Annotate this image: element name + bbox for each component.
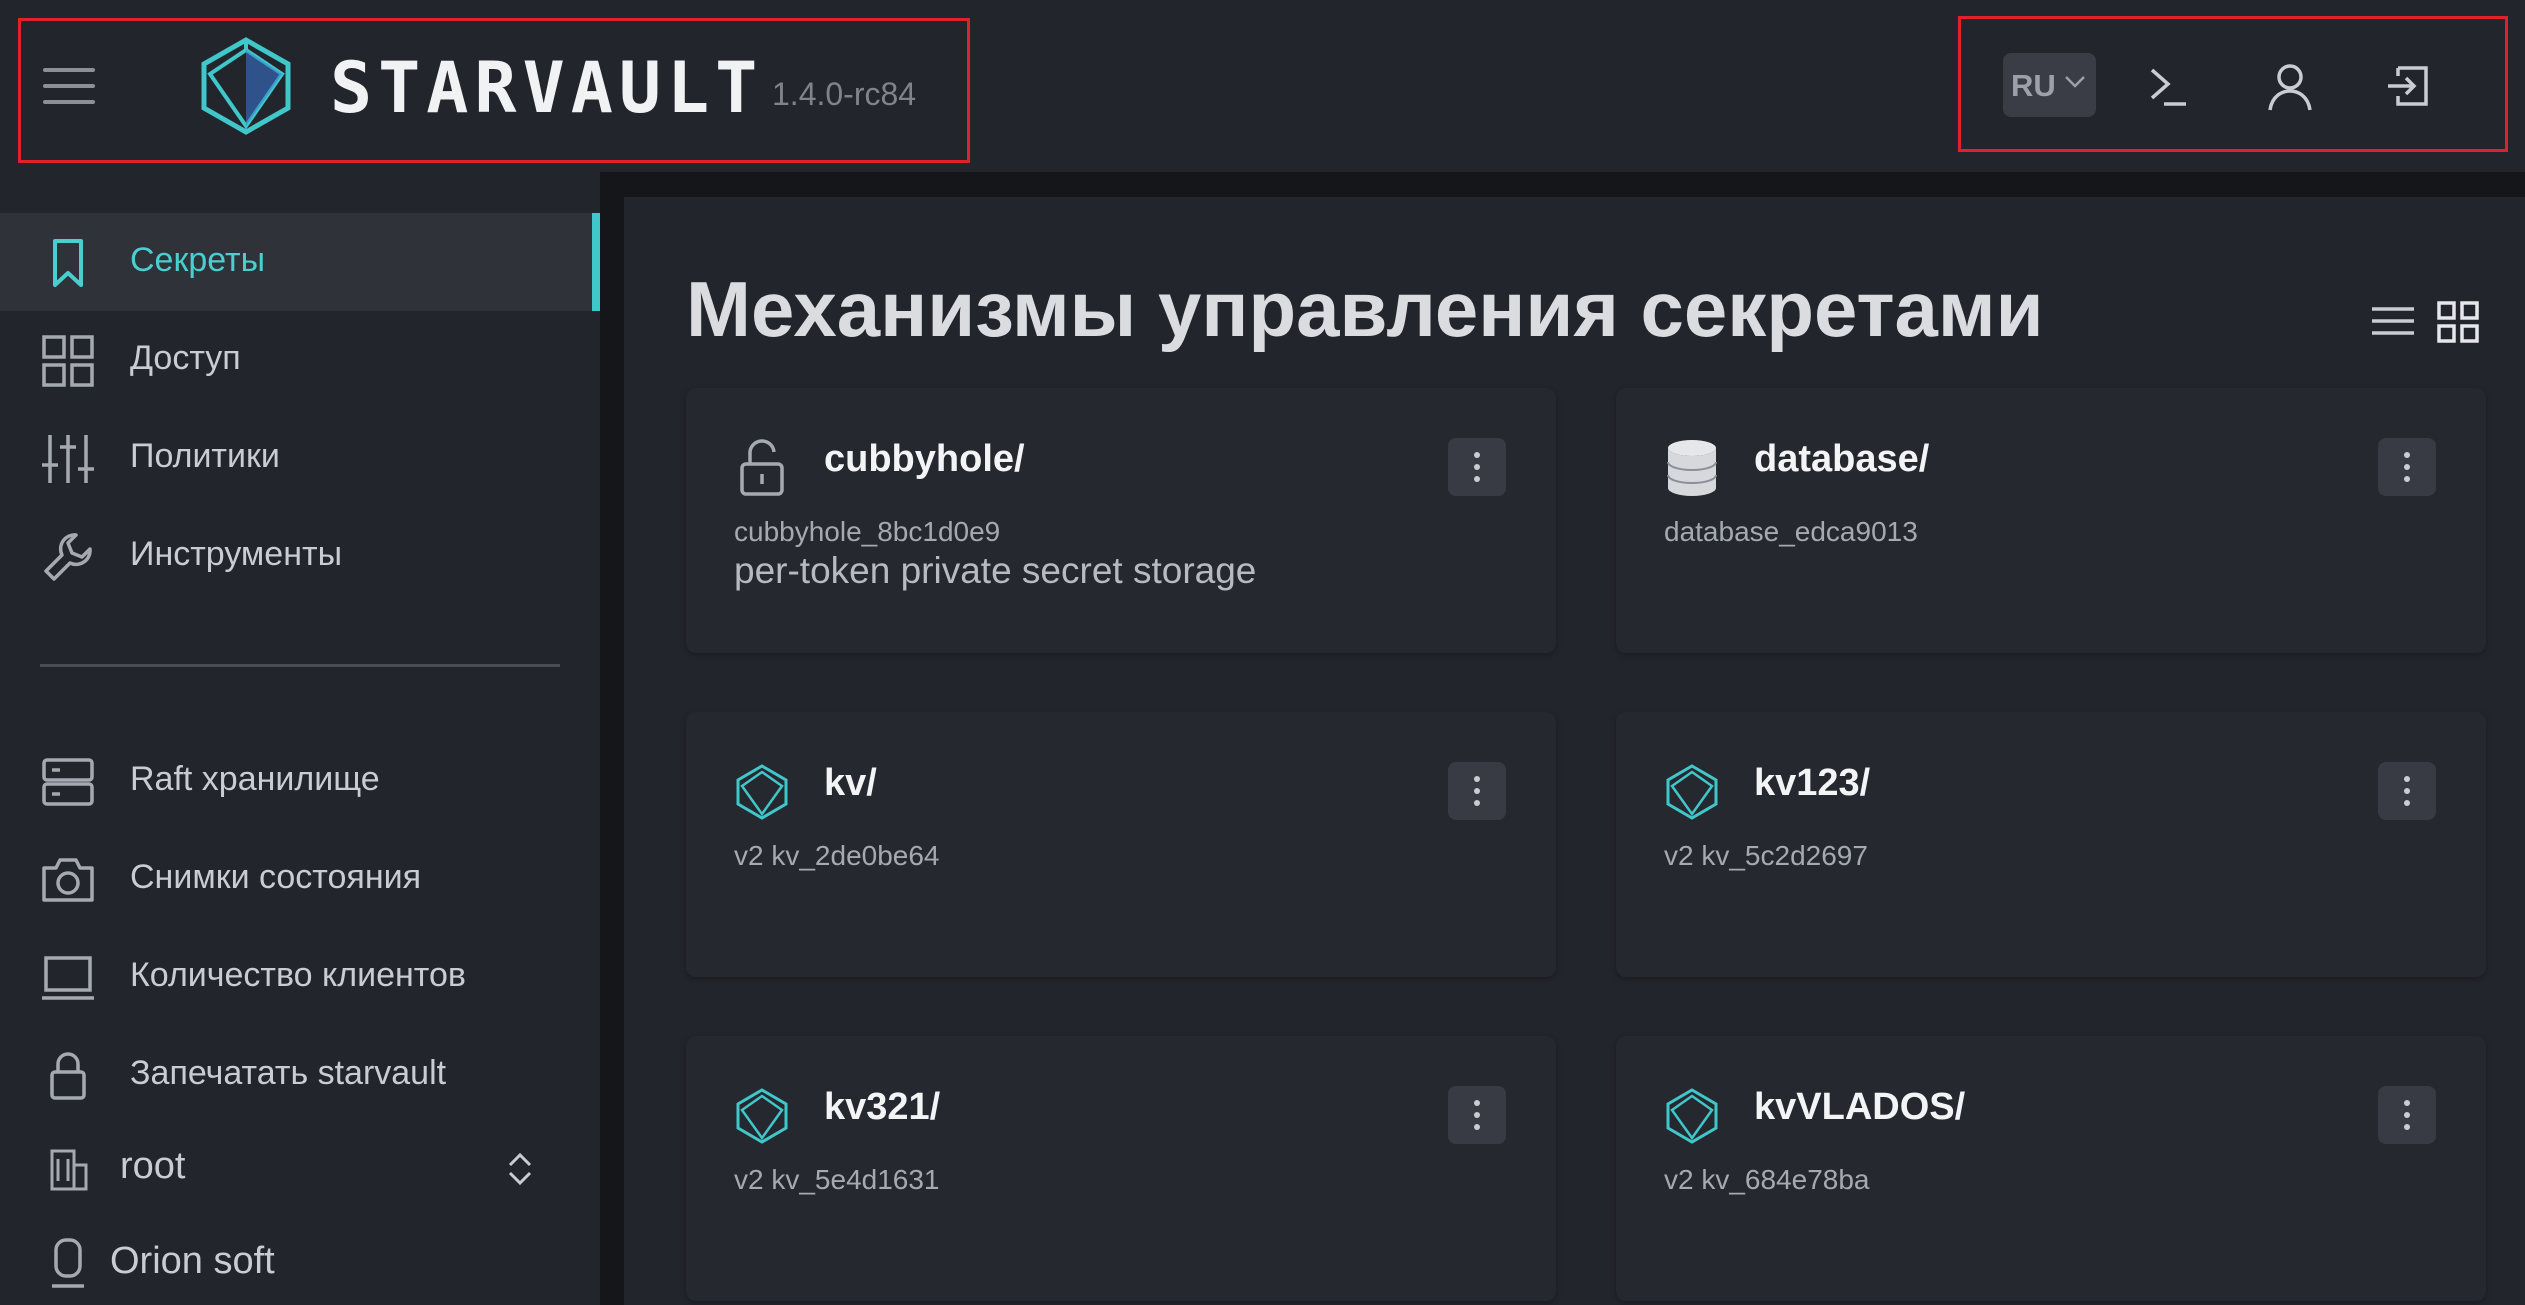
bookmark-icon — [53, 239, 83, 287]
sidebar-item-label: Запечатать starvault — [130, 1054, 447, 1092]
engine-accessor: database_edca9013 — [1664, 516, 1918, 547]
engine-name[interactable]: cubbyhole/ — [824, 438, 1025, 481]
engine-name[interactable]: database/ — [1754, 438, 1929, 481]
list-view-icon[interactable] — [2370, 303, 2416, 339]
sidebar-item-tools[interactable]: Инструменты — [0, 507, 600, 605]
lock-icon — [50, 1052, 86, 1100]
sidebar-item-access[interactable]: Доступ — [0, 311, 600, 409]
building-icon — [50, 1149, 88, 1191]
sidebar-divider — [40, 664, 560, 667]
kv-icon — [1666, 1088, 1718, 1144]
engine-accessor: cubbyhole_8bc1d0e9 — [734, 516, 1001, 547]
sliders-icon — [42, 435, 94, 483]
engine-menu-button[interactable] — [2378, 1086, 2436, 1144]
grid-icon — [42, 335, 94, 387]
wrench-icon — [44, 533, 92, 581]
kv-icon — [736, 1088, 788, 1144]
engine-card-kv321[interactable]: kv321/ v2 kv_5e4d1631 — [686, 1036, 1556, 1301]
engine-description: per-token private secret storage — [734, 550, 1257, 591]
sidebar-item-secrets[interactable]: Секреты — [0, 213, 600, 311]
engine-accessor: v2 kv_2de0be64 — [734, 840, 940, 871]
engine-menu-button[interactable] — [1448, 1086, 1506, 1144]
organization-info: Orion soft — [0, 1220, 600, 1305]
chevron-up-down-icon — [508, 1152, 532, 1186]
sidebar-item-raft-storage[interactable]: Raft хранилище — [0, 732, 600, 830]
kv-icon — [1666, 764, 1718, 820]
sidebar-item-label: Секреты — [130, 241, 266, 279]
sidebar-item-policies[interactable]: Политики — [0, 409, 600, 507]
sidebar-item-seal[interactable]: Запечатать starvault — [0, 1026, 600, 1124]
engine-menu-button[interactable] — [1448, 762, 1506, 820]
sidebar-item-label: Доступ — [130, 339, 241, 377]
sidebar-item-snapshots[interactable]: Снимки состояния — [0, 830, 600, 928]
organization-label: Orion soft — [110, 1240, 275, 1282]
highlight-box-brand — [18, 18, 970, 163]
grid-view-icon[interactable] — [2436, 300, 2480, 344]
camera-icon — [42, 858, 94, 902]
highlight-box-actions — [1958, 16, 2508, 152]
engine-card-kv[interactable]: kv/ v2 kv_2de0be64 — [686, 712, 1556, 977]
engine-accessor: v2 kv_684e78ba — [1664, 1164, 1870, 1195]
sidebar-item-label: Политики — [130, 437, 280, 475]
engine-card-kvvlados[interactable]: kvVLADOS/ v2 kv_684e78ba — [1616, 1036, 2486, 1301]
namespace-label: root — [120, 1145, 186, 1187]
laptop-icon — [42, 956, 94, 1000]
engine-name[interactable]: kv/ — [824, 762, 877, 805]
engine-menu-button[interactable] — [2378, 438, 2436, 496]
kv-icon — [736, 764, 788, 820]
engine-card-cubbyhole[interactable]: cubbyhole/ cubbyhole_8bc1d0e9 per-token … — [686, 388, 1556, 653]
sidebar-separator — [600, 172, 624, 1305]
engine-menu-button[interactable] — [2378, 762, 2436, 820]
engine-name[interactable]: kvVLADOS/ — [1754, 1086, 1965, 1129]
engine-accessor: v2 kv_5e4d1631 — [734, 1164, 940, 1195]
engine-name[interactable]: kv321/ — [824, 1086, 940, 1129]
engine-menu-button[interactable] — [1448, 438, 1506, 496]
sidebar-item-label: Инструменты — [130, 535, 343, 573]
page-title: Механизмы управления секретами — [686, 265, 2044, 353]
server-icon — [42, 758, 94, 806]
database-icon — [1667, 440, 1717, 496]
header-separator — [600, 172, 2525, 197]
sidebar-item-label: Снимки состояния — [130, 858, 421, 896]
badge-icon — [52, 1238, 84, 1288]
engine-card-database[interactable]: database/ database_edca9013 — [1616, 388, 2486, 653]
sidebar-item-label: Raft хранилище — [130, 760, 380, 798]
engine-name[interactable]: kv123/ — [1754, 762, 1870, 805]
sidebar-item-label: Количество клиентов — [130, 956, 466, 994]
sidebar-item-client-count[interactable]: Количество клиентов — [0, 928, 600, 1026]
engine-card-kv123[interactable]: kv123/ v2 kv_5c2d2697 — [1616, 712, 2486, 977]
engine-accessor: v2 kv_5c2d2697 — [1664, 840, 1868, 871]
namespace-selector[interactable]: root — [0, 1123, 600, 1213]
unlock-icon — [740, 439, 784, 496]
